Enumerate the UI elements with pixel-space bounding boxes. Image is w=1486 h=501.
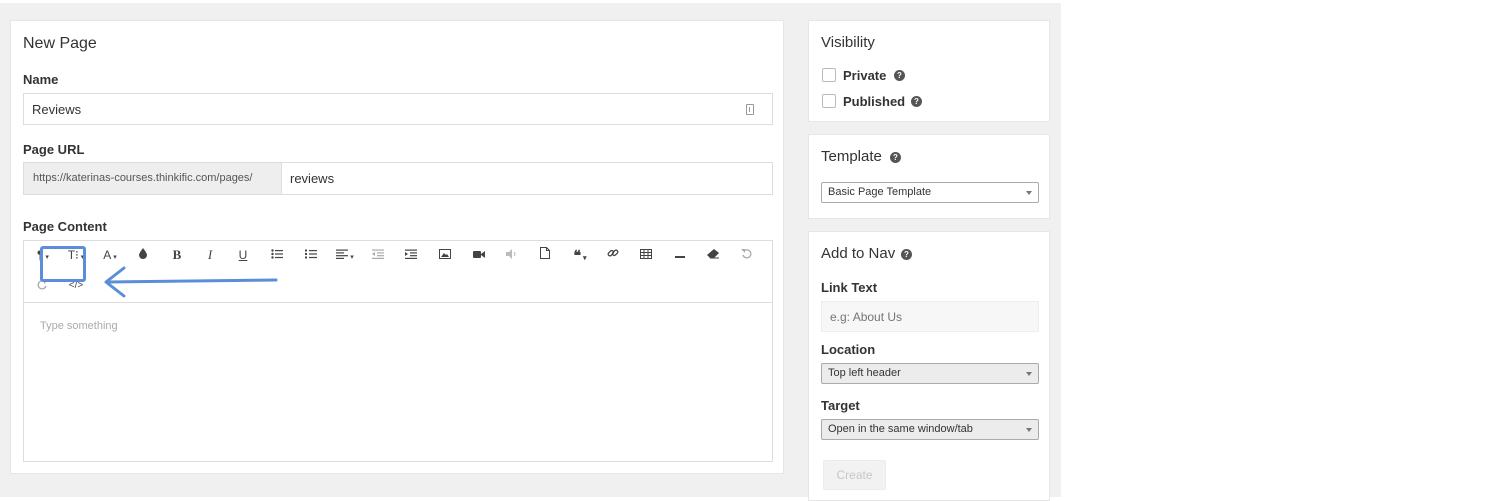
align-left-icon — [336, 249, 349, 259]
volume-icon — [506, 249, 516, 259]
published-checkbox[interactable] — [822, 94, 836, 108]
template-card: Template ? Basic Page Template — [808, 134, 1050, 219]
file-icon — [540, 247, 550, 259]
location-label: Location — [821, 342, 876, 357]
video-camera-icon — [473, 251, 485, 258]
link-text-label: Link Text — [821, 280, 878, 295]
name-input[interactable] — [23, 93, 773, 125]
location-select[interactable]: Top left header — [821, 363, 1039, 384]
ink-drop-icon — [139, 248, 147, 259]
numbered-list-icon — [305, 249, 317, 259]
insert-link-button[interactable] — [601, 245, 625, 265]
editor-placeholder: Type something — [40, 320, 118, 332]
visibility-title: Visibility — [821, 34, 875, 51]
template-select-value: Basic Page Template — [828, 186, 932, 198]
link-text-input[interactable] — [821, 301, 1039, 332]
indent-button[interactable] — [399, 245, 423, 265]
insert-image-button[interactable] — [433, 245, 457, 265]
new-page-card: New Page Name Page URL https://katerinas… — [10, 20, 784, 474]
indent-icon — [405, 249, 417, 259]
insert-audio-button[interactable] — [500, 245, 524, 265]
arrow-annotation-icon — [104, 266, 278, 298]
private-label: Private — [843, 68, 887, 83]
template-select[interactable]: Basic Page Template — [821, 182, 1039, 203]
private-help-icon[interactable]: ? — [894, 70, 905, 81]
published-label: Published — [843, 94, 906, 109]
undo-button[interactable] — [734, 245, 758, 265]
outdent-button[interactable] — [366, 245, 390, 265]
page-content-label: Page Content — [23, 219, 107, 234]
add-to-nav-help-icon[interactable]: ? — [901, 249, 912, 260]
visibility-card: Visibility Private ? Published ? — [808, 20, 1050, 122]
image-icon — [439, 249, 451, 259]
chevron-down-icon — [1026, 372, 1032, 376]
numbered-list-button[interactable] — [299, 245, 323, 265]
chevron-down-icon — [1026, 191, 1032, 195]
add-to-nav-card: Add to Nav ? Link Text Location Top left… — [808, 231, 1050, 501]
create-button[interactable]: Create — [823, 460, 886, 490]
insert-file-button[interactable] — [533, 245, 557, 265]
clear-formatting-button[interactable] — [701, 245, 725, 265]
code-view-highlight — [40, 246, 86, 282]
chevron-down-icon — [1026, 428, 1032, 432]
name-label: Name — [23, 72, 59, 87]
horizontal-line-icon — [675, 256, 685, 258]
link-icon — [607, 249, 619, 257]
location-select-value: Top left header — [828, 367, 901, 379]
published-help-icon[interactable]: ? — [911, 96, 922, 107]
target-label: Target — [821, 398, 860, 413]
target-select[interactable]: Open in the same window/tab — [821, 419, 1039, 440]
table-icon — [640, 249, 652, 259]
add-to-nav-title: Add to Nav — [821, 245, 896, 262]
horizontal-line-button[interactable] — [668, 245, 692, 265]
page-title: New Page — [23, 35, 97, 52]
url-prefix: https://katerinas-courses.thinkific.com/… — [23, 162, 291, 195]
insert-table-button[interactable] — [634, 245, 658, 265]
quote-button[interactable]: ❝ ▾ — [566, 245, 594, 265]
bullet-list-icon — [271, 249, 283, 259]
target-select-value: Open in the same window/tab — [828, 423, 973, 435]
quote-icon: ❝ — [573, 247, 582, 263]
eraser-icon — [707, 249, 719, 259]
field-fill-icon — [746, 104, 754, 115]
outdent-icon — [372, 249, 384, 259]
url-slug-input[interactable] — [281, 162, 773, 195]
align-button[interactable]: ▾ — [331, 245, 359, 265]
private-checkbox[interactable] — [822, 68, 836, 82]
page-url-label: Page URL — [23, 142, 85, 157]
undo-icon — [740, 249, 751, 259]
template-title: Template — [821, 148, 882, 165]
insert-video-button[interactable] — [467, 245, 491, 265]
template-help-icon[interactable]: ? — [890, 152, 901, 163]
